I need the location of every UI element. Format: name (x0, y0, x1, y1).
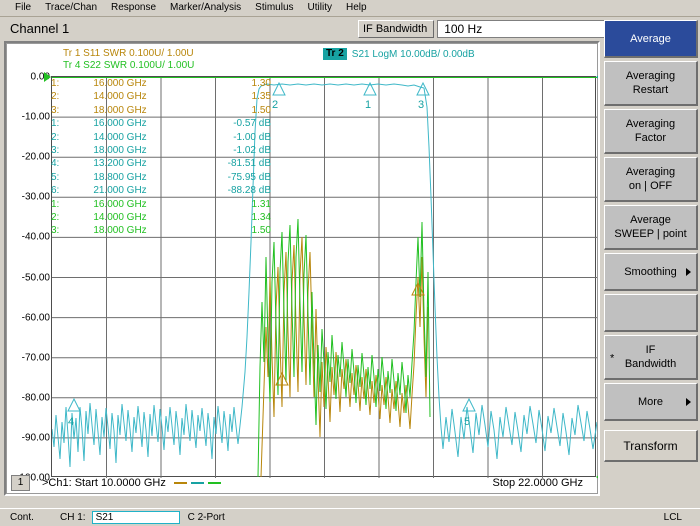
if-bandwidth-input[interactable]: 100 Hz (437, 20, 624, 38)
measurement-display[interactable]: Tr 1 S11 SWR 0.100U/ 1.00U Tr 4 S22 SWR … (4, 41, 600, 496)
softkey-label-line1: Smoothing (624, 265, 677, 278)
softkey-blank[interactable] (604, 294, 698, 332)
legend-swatch-s11 (173, 482, 187, 484)
softkey-label-line1: Average (630, 32, 671, 45)
graph-svg: 2 1 3 4 5 (52, 77, 597, 478)
marker-symbols-low (67, 397, 476, 412)
trace-title-tr1[interactable]: Tr 1 S11 SWR 0.100U/ 1.00U (63, 48, 194, 59)
status-active-param[interactable]: S21 (91, 511, 180, 524)
if-bandwidth-label: IF Bandwidth (358, 20, 435, 38)
softkey-label-line1: Averaging (625, 166, 676, 178)
y-axis-label-5: -50.00 (21, 272, 50, 283)
menu-item-file[interactable]: File (8, 1, 38, 16)
marker-label-1: 1 (365, 99, 371, 111)
softkey-averaging[interactable]: Averaging Factor (604, 109, 698, 154)
softkey-label-line1: Averaging (625, 118, 676, 130)
asterisk-icon: * (610, 352, 615, 365)
y-axis-label-6: -60.00 (21, 312, 50, 324)
softkey-averaging[interactable]: Averaging on | OFF (604, 157, 698, 202)
menu-item-response[interactable]: Response (104, 1, 163, 16)
marker-label-5: 5 (464, 416, 470, 428)
softkey-if[interactable]: IF Bandwidth * (604, 335, 698, 380)
softkey-more[interactable]: More (604, 383, 698, 421)
sweep-start-label: >Ch1: Start 10.0000 GHz (42, 477, 166, 489)
trace-title-tr2: S21 LogM 10.00dB/ 0.00dB (351, 48, 475, 60)
marker-label-3: 3 (418, 99, 424, 111)
softkey-label-line1: Average (630, 214, 671, 226)
status-bar: Cont. CH 1: S21 C 2-Port LCL (0, 508, 700, 526)
softkey-label-line1: IF (645, 344, 656, 356)
reference-line-s22 (52, 77, 597, 78)
chevron-right-icon (686, 397, 691, 406)
softkey-average[interactable]: Average (604, 20, 698, 58)
softkey-transform-label: Transform (623, 438, 678, 453)
legend-swatch-s21 (190, 482, 204, 484)
marker-label-4: 4 (68, 416, 74, 428)
channel-title: Channel 1 (10, 20, 70, 36)
status-sweep-mode[interactable]: Cont. (10, 512, 56, 523)
softkey-label-line1: More (637, 395, 664, 408)
y-axis-label-2: -20.00 (21, 151, 50, 163)
marker-label-2: 2 (272, 99, 278, 111)
trace-tag-tr2: Tr 2 (323, 48, 347, 60)
softkey-averaging[interactable]: Averaging Restart (604, 61, 698, 106)
sweep-stop-label: Stop 22.0000 GHz (492, 477, 583, 489)
status-lock-state[interactable]: LCL (664, 512, 682, 523)
menu-item-stimulus[interactable]: Stimulus (248, 1, 300, 16)
y-axis-label-4: -40.00 (21, 231, 50, 243)
y-axis-label-9: -90.00 (21, 432, 50, 444)
menu-item-marker-analysis[interactable]: Marker/Analysis (163, 1, 248, 16)
softkey-transform[interactable]: Transform (604, 430, 698, 462)
softkey-panel: Average Averaging Restart Averaging Factor Av… (604, 20, 698, 462)
softkey-label-line2: SWEEP | point (614, 228, 687, 240)
y-axis-label-1: -10.00 (21, 111, 50, 123)
status-channel: CH 1: (60, 512, 86, 523)
softkey-label-line2: Restart (632, 84, 669, 96)
softkey-label-line2: Bandwidth (624, 358, 677, 370)
y-axis-label-8: -80.00 (21, 392, 50, 404)
softkey-label-line2: on | OFF (628, 180, 673, 192)
legend-swatch-s22 (207, 482, 221, 484)
active-channel-indicator[interactable]: 1 (11, 475, 30, 491)
if-bandwidth-control[interactable]: IF Bandwidth 100 Hz (358, 20, 640, 38)
chevron-right-icon (686, 267, 691, 276)
trace-title-tr2-group[interactable]: Tr 2 S21 LogM 10.00dB/ 0.00dB (323, 48, 475, 60)
status-cal-state[interactable]: C 2-Port (188, 512, 225, 523)
menu-item-utility[interactable]: Utility (301, 1, 339, 16)
softkey-average[interactable]: Average SWEEP | point (604, 205, 698, 250)
display-footer: 1 >Ch1: Start 10.0000 GHz Stop 22.0000 G… (7, 473, 597, 493)
softkey-label-line2: Factor (634, 132, 667, 144)
trace-title-tr4[interactable]: Tr 4 S22 SWR 0.100U/ 1.00U (63, 60, 194, 71)
display-inner: Tr 1 S11 SWR 0.100U/ 1.00U Tr 4 S22 SWR … (6, 43, 598, 494)
trace-color-legend (173, 482, 221, 484)
y-axis-label-7: -70.00 (21, 352, 50, 364)
marker-labels: 2 1 3 (272, 99, 424, 111)
reference-marker-left-green (44, 72, 51, 82)
vna-application-window: File Trace/Chan Response Marker/Analysis… (0, 0, 700, 526)
graph-plot-area[interactable]: 2 1 3 4 5 0.00 -10.00 -20.00 -30.00 -40.… (16, 72, 598, 484)
menu-item-help[interactable]: Help (339, 1, 374, 16)
y-axis-label-3: -30.00 (21, 191, 50, 203)
menu-bar: File Trace/Chan Response Marker/Analysis… (0, 0, 700, 17)
softkey-smoothing[interactable]: Smoothing (604, 253, 698, 291)
softkey-label-line1: Averaging (625, 70, 676, 82)
menu-item-trace-chan[interactable]: Trace/Chan (38, 1, 104, 16)
